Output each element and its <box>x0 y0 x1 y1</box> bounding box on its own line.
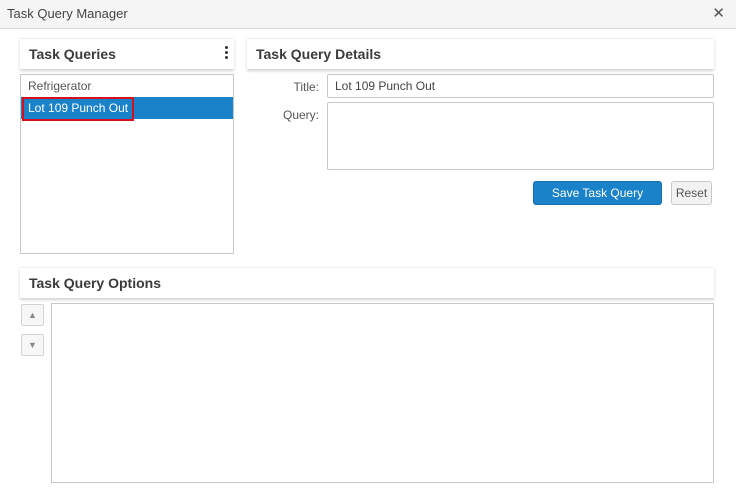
title-field-label: Title: <box>293 80 319 94</box>
list-item-label: Lot 109 Punch Out <box>22 97 135 121</box>
query-textarea[interactable] <box>327 102 714 170</box>
task-query-details-header: Task Query Details <box>247 38 714 69</box>
move-down-icon[interactable]: ▼ <box>21 334 44 356</box>
window-title: Task Query Manager <box>7 6 128 21</box>
task-query-details-title: Task Query Details <box>256 46 382 62</box>
move-up-icon[interactable]: ▲ <box>21 304 44 326</box>
list-item-label: Refrigerator <box>28 79 92 93</box>
task-queries-list[interactable]: Refrigerator Lot 109 Punch Out <box>20 74 234 254</box>
title-bar: Task Query Manager ✕ <box>0 0 736 29</box>
task-queries-header: Task Queries <box>20 38 234 69</box>
list-item-refrigerator[interactable]: Refrigerator <box>21 75 233 97</box>
query-field-label: Query: <box>282 108 319 122</box>
task-query-options-title: Task Query Options <box>29 275 161 291</box>
task-query-options-list[interactable] <box>51 303 714 483</box>
reset-button[interactable]: Reset <box>671 181 712 205</box>
list-item-lot-109-punch-out[interactable]: Lot 109 Punch Out <box>21 97 233 121</box>
kebab-menu-icon[interactable] <box>223 46 229 60</box>
title-input[interactable]: Lot 109 Punch Out <box>327 74 714 98</box>
task-queries-title: Task Queries <box>29 46 116 62</box>
close-icon[interactable]: ✕ <box>712 5 725 23</box>
task-query-options-header: Task Query Options <box>20 267 714 298</box>
save-task-query-details-button[interactable]: Save Task Query Details <box>533 181 662 222</box>
